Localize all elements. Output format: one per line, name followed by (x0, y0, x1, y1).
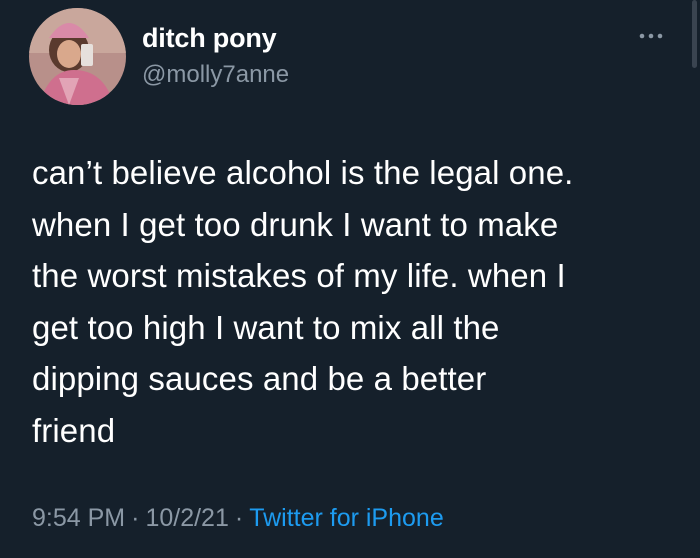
scrollbar[interactable] (692, 0, 697, 68)
tweet-meta: 9:54 PM · 10/2/21 · Twitter for iPhone (32, 504, 444, 533)
more-dots-icon (639, 33, 663, 39)
avatar-photo (29, 8, 126, 105)
author-handle[interactable]: @molly7anne (142, 61, 289, 89)
more-options-button[interactable] (636, 24, 666, 48)
meta-separator: · (131, 504, 140, 532)
tweet-text: can’t believe alcohol is the legal one. … (32, 154, 574, 449)
avatar[interactable] (29, 8, 126, 105)
tweet-source-link[interactable]: Twitter for iPhone (249, 504, 444, 532)
meta-separator: · (234, 504, 244, 532)
tweet: ditch pony @molly7anne can’t believe alc… (0, 0, 700, 558)
author-display-name[interactable]: ditch pony (142, 23, 277, 54)
tweet-time[interactable]: 9:54 PM (32, 504, 125, 532)
tweet-date[interactable]: 10/2/21 (145, 504, 228, 532)
